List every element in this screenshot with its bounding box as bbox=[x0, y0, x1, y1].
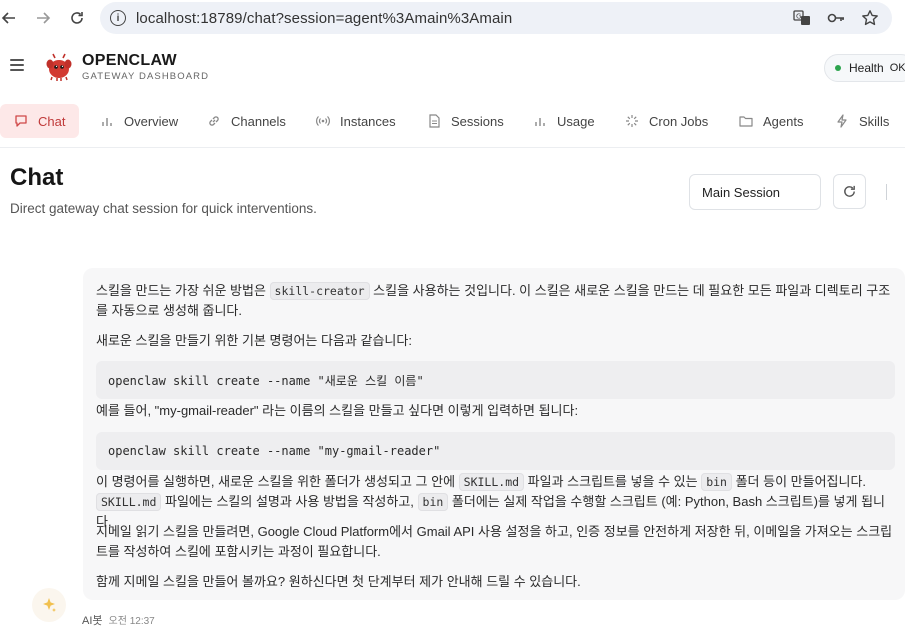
brand-name: OPENCLAW bbox=[82, 52, 177, 69]
message-paragraph-2: 새로운 스킬을 만들기 위한 기본 명령어는 다음과 같습니다: bbox=[96, 333, 412, 348]
tab-usage[interactable]: Usage bbox=[533, 104, 595, 138]
tab-chat[interactable]: Chat bbox=[0, 104, 80, 138]
sparkle-icon bbox=[43, 598, 56, 612]
tab-label: Skills bbox=[859, 113, 890, 129]
tab-label: Cron Jobs bbox=[649, 113, 709, 129]
tab-instances[interactable]: Instances bbox=[316, 104, 396, 138]
inline-code: bin bbox=[701, 473, 732, 491]
message-meta: AI봇 오전 12:37 bbox=[82, 612, 155, 628]
message-paragraph-3: 예를 들어, "my-gmail-reader" 라는 이름의 스킬을 만들고 … bbox=[96, 403, 579, 418]
page-title: Chat bbox=[10, 164, 64, 191]
inline-code: SKILL.md bbox=[96, 493, 162, 511]
nav-tabs: Chat Overview Channels Instances Session… bbox=[0, 96, 905, 148]
tab-label: Chat bbox=[38, 113, 66, 129]
address-bar[interactable]: i localhost:18789/chat?session=agent%3Am… bbox=[100, 2, 892, 34]
url-text[interactable]: localhost:18789/chat?session=agent%3Amai… bbox=[136, 10, 512, 27]
chat-bubble-icon bbox=[14, 114, 28, 128]
message-text: 스킬을 만드는 가장 쉬운 방법은 bbox=[96, 283, 270, 298]
tab-label: Overview bbox=[124, 113, 179, 129]
tab-label: Instances bbox=[340, 113, 396, 129]
code-block[interactable]: openclaw skill create --name "새로운 스킬 이름" bbox=[96, 361, 895, 399]
link-icon bbox=[207, 114, 221, 128]
message-paragraph-6: 함께 지메일 스킬을 만들어 볼까요? 원하신다면 첫 단계부터 제가 안내해 … bbox=[96, 574, 581, 589]
tab-label: Sessions bbox=[451, 113, 504, 129]
session-select-value: Main Session bbox=[702, 184, 781, 200]
svg-text:G: G bbox=[796, 13, 801, 21]
health-status-badge[interactable]: Health OK bbox=[824, 54, 905, 82]
tab-cron-jobs[interactable]: Cron Jobs bbox=[625, 104, 708, 138]
assistant-avatar bbox=[32, 588, 66, 622]
key-icon[interactable] bbox=[826, 8, 846, 28]
inline-code: SKILL.md bbox=[458, 473, 525, 491]
forward-arrow-icon[interactable] bbox=[26, 1, 60, 35]
tab-label: Agents bbox=[763, 113, 804, 129]
browser-toolbar: i localhost:18789/chat?session=agent%3Am… bbox=[0, 0, 905, 36]
reload-icon[interactable] bbox=[60, 1, 94, 35]
app-header: OPENCLAW GATEWAY DASHBOARD Health OK bbox=[0, 42, 905, 94]
tab-skills[interactable]: Skills bbox=[835, 104, 889, 138]
refresh-icon bbox=[844, 185, 855, 197]
health-dot-icon bbox=[835, 65, 841, 71]
message-text: 이 명령어를 실행하면, 새로운 스킬을 위한 폴더가 생성되고 그 안에 bbox=[96, 474, 459, 489]
message-text: 파일에는 스킬의 설명과 사용 방법을 작성하고, bbox=[161, 494, 418, 509]
refresh-button[interactable] bbox=[833, 174, 866, 209]
message-text: 파일과 스크립트를 넣을 수 있는 bbox=[524, 474, 702, 489]
document-icon bbox=[427, 114, 441, 128]
message-sender: AI봇 bbox=[82, 615, 103, 627]
site-info-icon[interactable]: i bbox=[110, 10, 126, 26]
message-text: 폴더 등이 만들어집니다. bbox=[731, 474, 867, 489]
tab-agents[interactable]: Agents bbox=[739, 104, 803, 138]
menu-icon[interactable] bbox=[10, 59, 24, 71]
message-paragraph-5: 지메일 읽기 스킬을 만들려면, Google Cloud Platform에서… bbox=[96, 524, 893, 559]
folder-icon bbox=[739, 114, 753, 128]
page-subtitle: Direct gateway chat session for quick in… bbox=[10, 201, 317, 216]
back-arrow-icon[interactable] bbox=[0, 1, 26, 35]
health-value: OK bbox=[889, 62, 905, 74]
tab-channels[interactable]: Channels bbox=[207, 104, 286, 138]
broadcast-icon bbox=[316, 114, 330, 128]
health-label: Health bbox=[849, 61, 884, 75]
bookmark-star-icon[interactable] bbox=[860, 8, 880, 28]
lightning-icon bbox=[835, 114, 849, 128]
openclaw-logo bbox=[44, 52, 74, 82]
tab-label: Channels bbox=[231, 113, 286, 129]
toolbar-divider bbox=[886, 184, 887, 200]
bar-chart-icon bbox=[533, 114, 547, 128]
message-paragraph-1: 스킬을 만드는 가장 쉬운 방법은 skill-creator 스킬을 사용하는… bbox=[96, 281, 896, 321]
loader-icon bbox=[625, 114, 639, 128]
code-block[interactable]: openclaw skill create --name "my-gmail-r… bbox=[96, 432, 895, 470]
tab-sessions[interactable]: Sessions bbox=[427, 104, 504, 138]
bar-chart-icon bbox=[100, 114, 114, 128]
inline-code: bin bbox=[417, 493, 449, 511]
brand-subtitle: GATEWAY DASHBOARD bbox=[82, 71, 210, 82]
message-time: 오전 12:37 bbox=[108, 616, 155, 627]
session-select[interactable]: Main Session bbox=[689, 174, 821, 210]
translate-icon[interactable]: G bbox=[792, 8, 812, 28]
tab-label: Usage bbox=[557, 113, 595, 129]
tab-overview[interactable]: Overview bbox=[100, 104, 178, 138]
inline-code: skill-creator bbox=[269, 282, 370, 300]
